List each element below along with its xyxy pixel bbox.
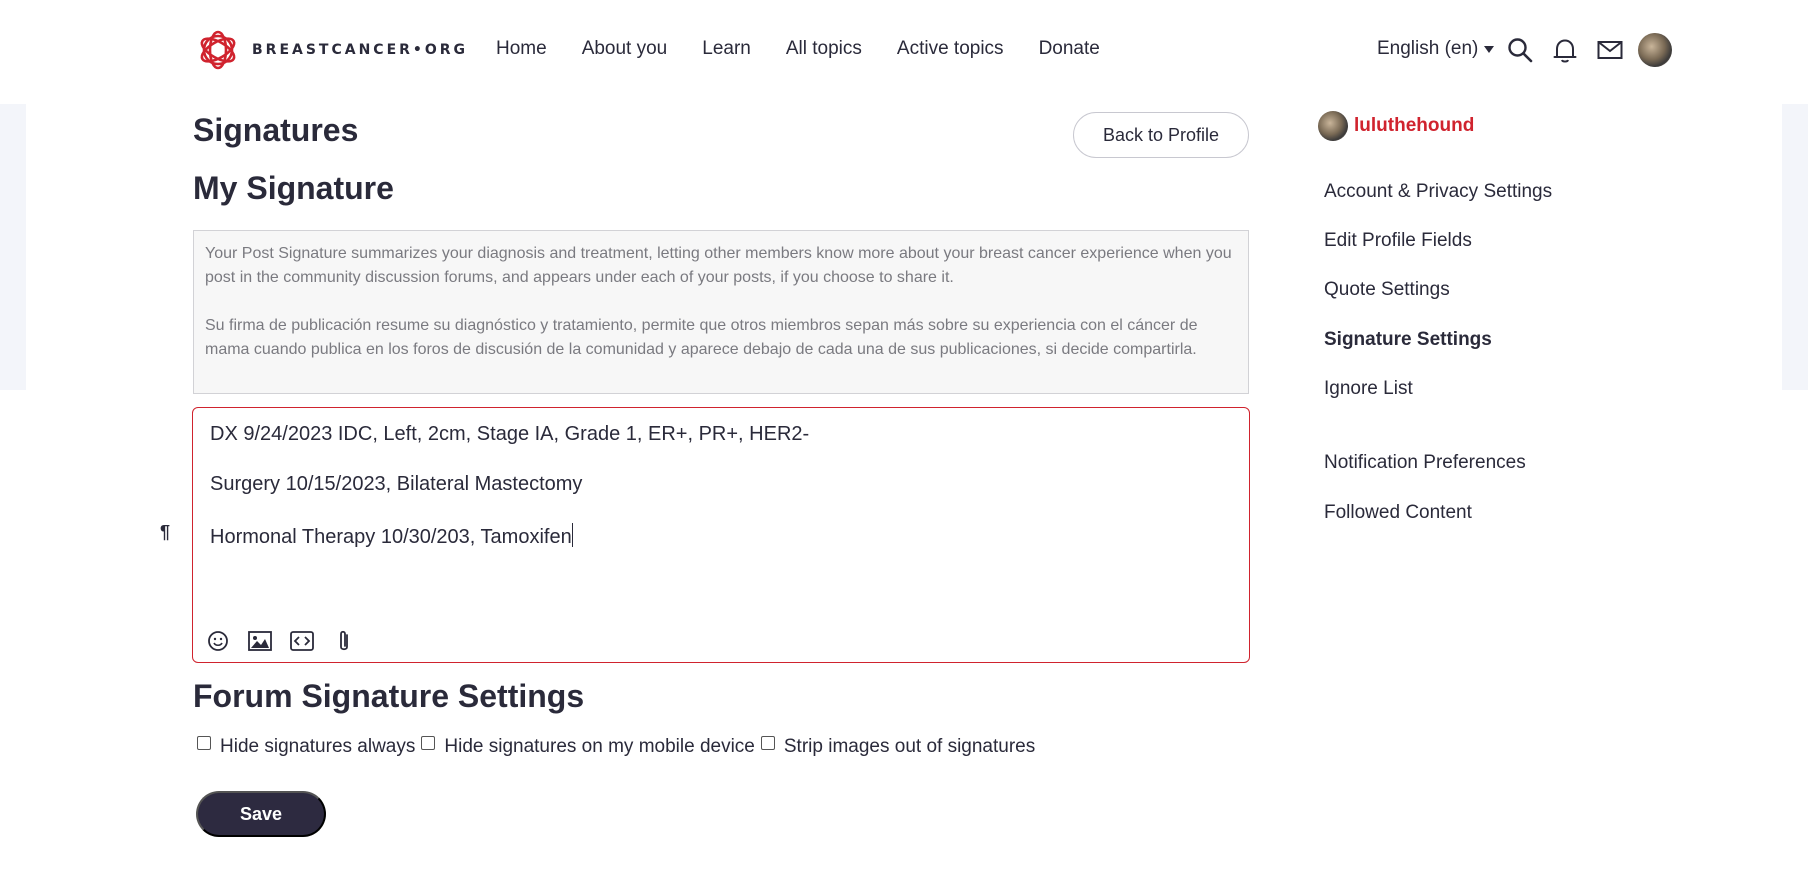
signature-options: Hide signatures always Hide signatures o…	[197, 736, 1041, 758]
search-icon[interactable]	[1506, 36, 1534, 64]
checkbox-label: Hide signatures on my mobile device	[444, 736, 755, 757]
my-signature-heading: My Signature	[193, 170, 394, 206]
site-logo[interactable]: BREASTCANCER•ORG	[196, 28, 468, 72]
signature-info-box: Your Post Signature summarizes your diag…	[193, 230, 1249, 394]
strip-images-checkbox[interactable]	[760, 736, 775, 750]
emoji-icon[interactable]	[205, 628, 231, 654]
bell-icon[interactable]	[1551, 36, 1579, 64]
sidebar-item-followed-content[interactable]: Followed Content	[1324, 502, 1472, 524]
sidebar-item-edit-profile-fields[interactable]: Edit Profile Fields	[1324, 230, 1472, 252]
nav-all-topics[interactable]: All topics	[786, 38, 862, 60]
language-selector[interactable]: English (en)	[1377, 38, 1495, 60]
signature-editor[interactable]: DX 9/24/2023 IDC, Left, 2cm, Stage IA, G…	[192, 407, 1250, 663]
info-text-es: Su firma de publicación resume su diagnó…	[205, 317, 1198, 358]
hide-mobile-checkbox[interactable]	[421, 736, 436, 750]
text-cursor	[571, 523, 573, 547]
sidebar-user[interactable]: luluthehound	[1318, 111, 1474, 141]
sidebar-item-quote-settings[interactable]: Quote Settings	[1324, 279, 1450, 301]
editor-line-text: Hormonal Therapy 10/30/203, Tamoxifen	[210, 526, 572, 548]
image-icon[interactable]	[247, 628, 273, 654]
code-icon[interactable]	[289, 628, 315, 654]
main-nav: Home About you Learn All topics Active t…	[496, 38, 1135, 60]
left-background-strip	[0, 104, 26, 390]
attachment-icon[interactable]	[331, 628, 357, 654]
sidebar-item-account-privacy[interactable]: Account & Privacy Settings	[1324, 181, 1552, 203]
site-header: BREASTCANCER•ORG Home About you Learn Al…	[0, 0, 1808, 100]
forum-signature-settings-heading: Forum Signature Settings	[193, 678, 585, 714]
logo-ribbon-icon	[200, 30, 236, 70]
save-button[interactable]: Save	[196, 791, 326, 837]
nav-about-you[interactable]: About you	[582, 38, 668, 60]
page-title: Signatures	[193, 112, 359, 148]
nav-active-topics[interactable]: Active topics	[897, 38, 1004, 60]
nav-learn[interactable]: Learn	[702, 38, 751, 60]
editor-line[interactable]: Surgery 10/15/2023, Bilateral Mastectomy	[210, 473, 582, 496]
paragraph-icon[interactable]: ¶	[160, 522, 170, 543]
nav-home[interactable]: Home	[496, 38, 547, 60]
back-to-profile-button[interactable]: Back to Profile	[1073, 112, 1249, 158]
checkbox-label: Hide signatures always	[220, 736, 416, 757]
sidebar-item-notification-preferences[interactable]: Notification Preferences	[1324, 452, 1526, 474]
sidebar-item-signature-settings[interactable]: Signature Settings	[1324, 329, 1492, 351]
avatar	[1318, 111, 1348, 141]
mail-icon[interactable]	[1596, 36, 1624, 64]
hide-always-checkbox[interactable]	[197, 736, 211, 750]
username-link[interactable]: luluthehound	[1354, 115, 1474, 137]
language-label: English (en)	[1377, 38, 1479, 59]
logo-text: BREASTCANCER•ORG	[252, 42, 469, 58]
checkbox-label: Strip images out of signatures	[783, 736, 1036, 757]
header-avatar[interactable]	[1638, 33, 1672, 67]
right-background-strip	[1782, 104, 1808, 390]
sidebar-item-ignore-list[interactable]: Ignore List	[1324, 378, 1413, 400]
editor-line[interactable]: DX 9/24/2023 IDC, Left, 2cm, Stage IA, G…	[210, 423, 809, 446]
nav-donate[interactable]: Donate	[1039, 38, 1100, 60]
editor-line[interactable]: Hormonal Therapy 10/30/203, Tamoxifen	[210, 523, 573, 549]
caret-down-icon	[1484, 45, 1495, 53]
editor-toolbar	[205, 628, 357, 654]
info-text-en: Your Post Signature summarizes your diag…	[205, 245, 1232, 286]
